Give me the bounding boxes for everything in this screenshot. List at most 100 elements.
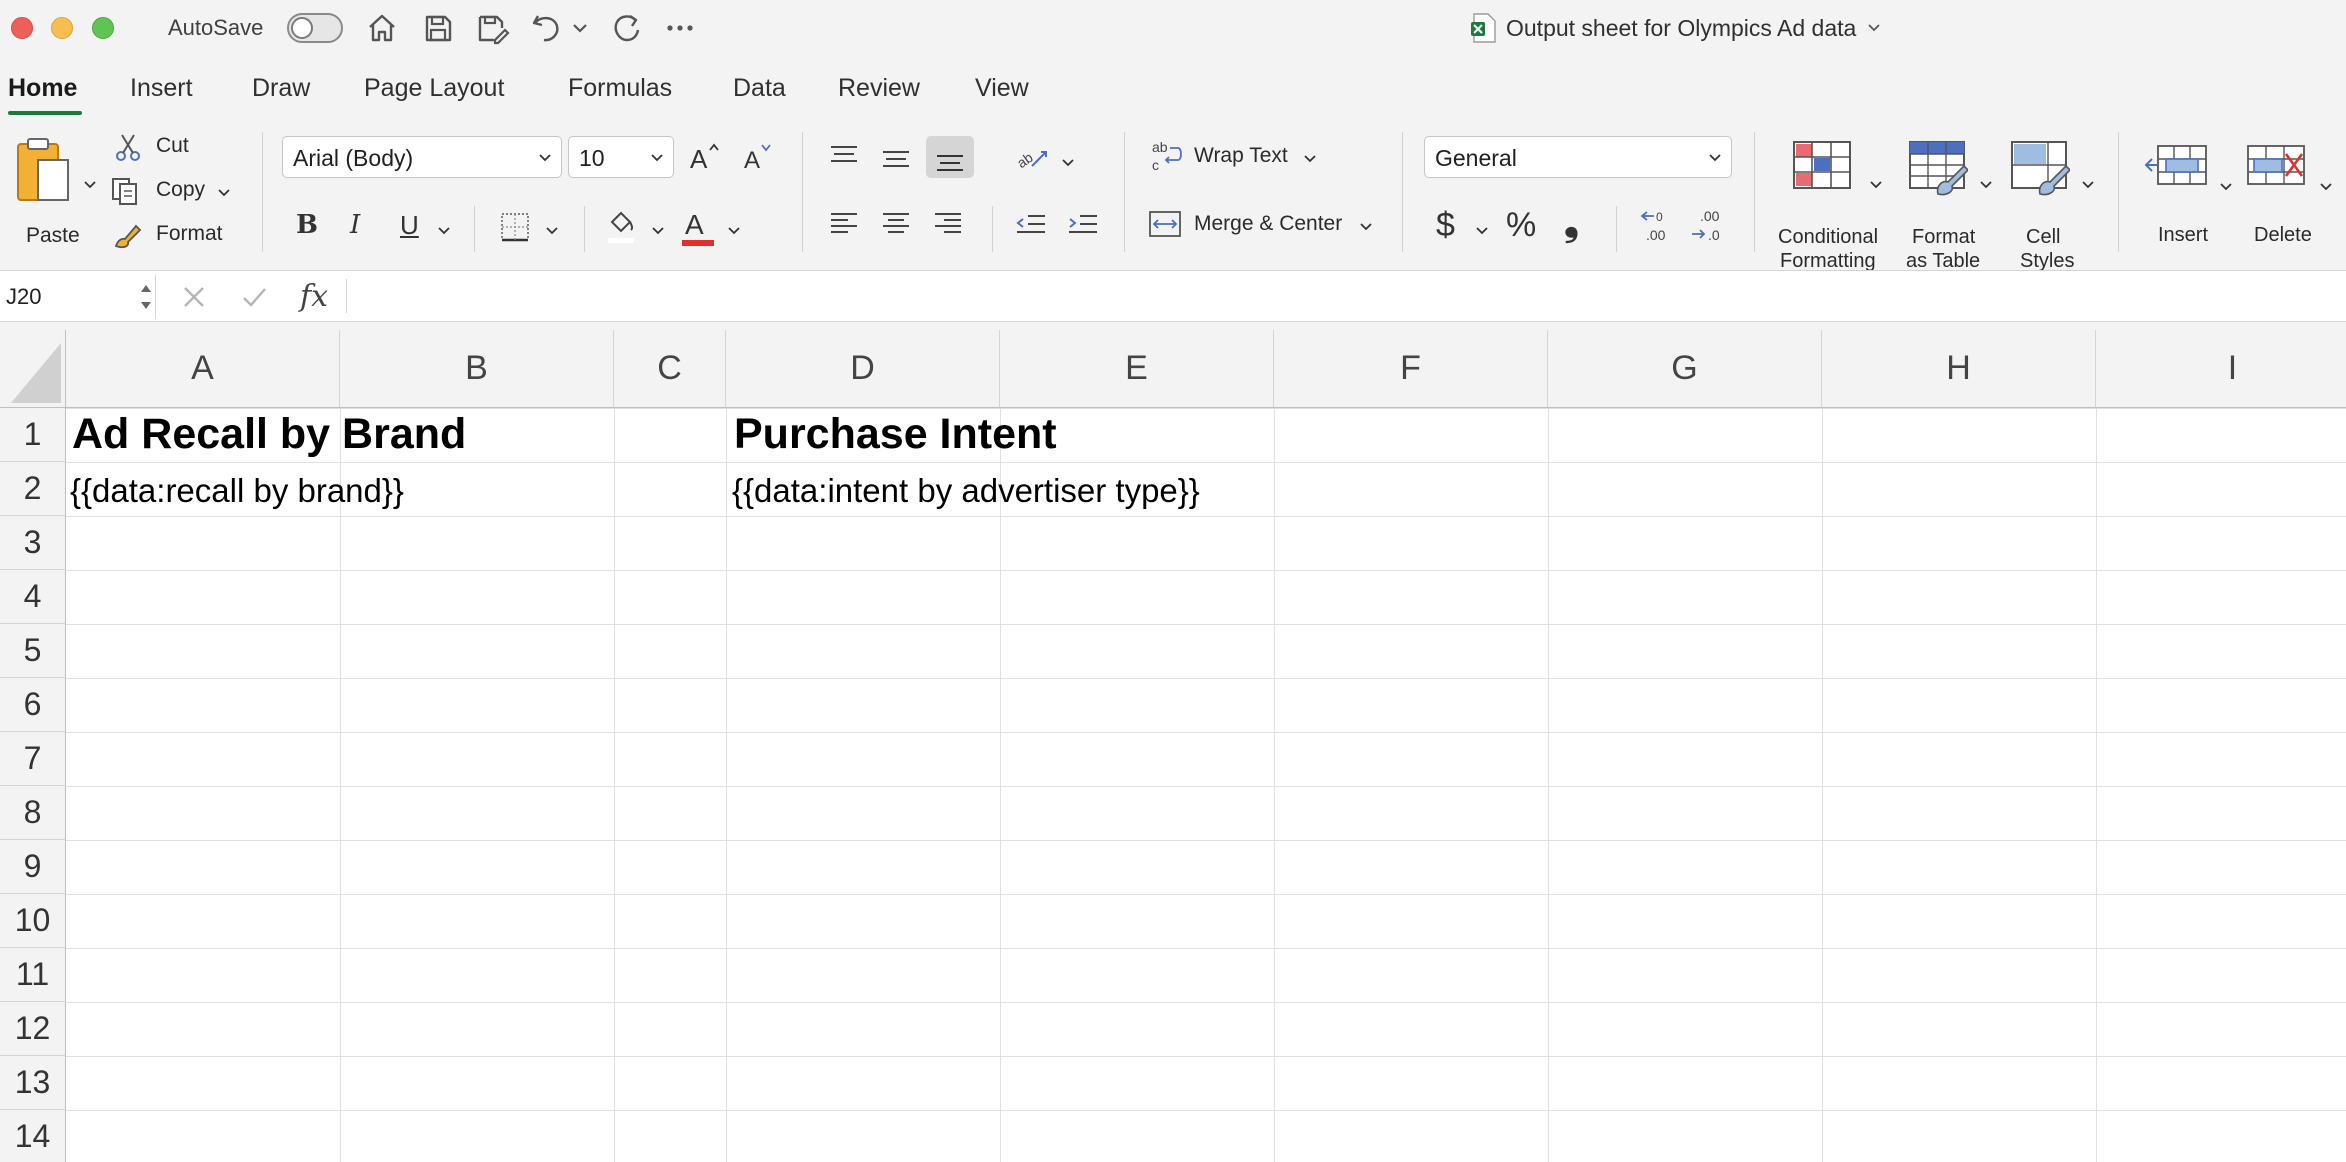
decrease-decimal-icon[interactable]: .00.0 [1690,208,1730,249]
increase-decimal-icon[interactable]: 0.00 [1638,208,1678,249]
row-header-3[interactable]: 3 [0,516,66,570]
insert-cells-button[interactable]: Insert [2140,138,2236,248]
column-header-d[interactable]: D [726,330,1000,408]
bold-button[interactable]: B [296,210,318,240]
minimize-window-button[interactable] [51,17,73,39]
tab-data[interactable]: Data [733,74,786,103]
cut-button[interactable]: Cut [114,132,204,164]
save-as-icon[interactable] [474,10,510,46]
underline-button[interactable]: U [400,210,419,241]
tab-home[interactable]: Home [8,74,77,103]
align-middle-icon[interactable] [880,142,912,177]
align-bottom-icon[interactable] [926,136,974,178]
align-top-icon[interactable] [828,142,860,177]
currency-button[interactable]: $ [1436,206,1455,245]
font-color-chevron-down-icon[interactable] [728,224,740,236]
close-window-button[interactable] [11,17,33,39]
cell-area[interactable] [66,408,2346,1162]
row-header-11[interactable]: 11 [0,948,66,1002]
copy-button[interactable]: Copy [110,176,240,208]
column-header-i[interactable]: I [2096,330,2346,408]
align-center-icon[interactable] [880,208,912,245]
delete-cells-button[interactable]: Delete [2246,138,2346,248]
title-chevron-down-icon [1868,24,1880,32]
row-header-2[interactable]: 2 [0,462,66,516]
row-header-9[interactable]: 9 [0,840,66,894]
fill-color-chevron-down-icon[interactable] [652,224,664,236]
font-size-dropdown[interactable]: 10 [568,136,674,178]
tab-page-layout[interactable]: Page Layout [364,74,504,103]
row-header-8[interactable]: 8 [0,786,66,840]
redo-icon[interactable] [608,10,644,46]
more-options-icon[interactable] [662,10,698,46]
increase-font-size-icon[interactable]: A [688,140,722,179]
orientation-icon[interactable]: ab [1014,142,1050,179]
row-header-1[interactable]: 1 [0,408,66,462]
cell-d1[interactable]: Purchase Intent [734,410,1057,459]
row-header-5[interactable]: 5 [0,624,66,678]
column-header-e[interactable]: E [1000,330,1274,408]
tab-insert[interactable]: Insert [130,74,193,103]
wrap-text-button[interactable]: ab c Wrap Text [1150,138,1330,176]
cell-a1[interactable]: Ad Recall by Brand [72,410,466,459]
align-left-icon[interactable] [828,208,860,245]
name-box[interactable]: J20 [0,275,156,319]
underline-chevron-down-icon[interactable] [438,224,450,236]
fill-color-bucket-icon[interactable] [604,206,638,251]
confirm-entry-check-icon[interactable] [240,283,268,311]
cell-styles-button[interactable]: Cell Styles [2006,138,2096,272]
column-header-a[interactable]: A [66,330,340,408]
column-header-h[interactable]: H [1822,330,2096,408]
column-header-c[interactable]: C [614,330,726,408]
italic-button[interactable]: I [350,210,360,240]
number-format-dropdown[interactable]: General [1424,136,1732,178]
comma-style-button[interactable]: ❟ [1564,202,1579,245]
autosave-label: AutoSave [168,15,264,40]
tab-formulas[interactable]: Formulas [568,74,672,103]
decrease-indent-icon[interactable] [1014,208,1048,245]
conditional-formatting-button[interactable]: Conditional Formatting [1776,138,1896,272]
percent-button[interactable]: % [1506,206,1536,245]
format-painter-button[interactable]: Format [112,220,232,252]
row-header-10[interactable]: 10 [0,894,66,948]
undo-icon[interactable] [528,10,564,46]
tab-review[interactable]: Review [838,74,920,103]
row-header-12[interactable]: 12 [0,1002,66,1056]
currency-chevron-down-icon[interactable] [1476,224,1488,236]
column-header-f[interactable]: F [1274,330,1548,408]
font-name-dropdown[interactable]: Arial (Body) [282,136,562,178]
row-header-4[interactable]: 4 [0,570,66,624]
autosave-toggle[interactable] [287,13,343,43]
cell-d2[interactable]: {{data:intent by advertiser type}} [732,472,1200,510]
undo-dropdown-chevron-icon[interactable] [570,10,590,46]
insert-function-fx-button[interactable]: fx [300,279,328,314]
borders-chevron-down-icon[interactable] [546,224,558,236]
select-all-corner[interactable] [0,330,66,408]
orientation-chevron-down-icon[interactable] [1062,156,1074,168]
cell-a2[interactable]: {{data:recall by brand}} [70,472,404,510]
cancel-entry-icon[interactable] [180,283,208,311]
format-as-table-button[interactable]: Format as Table [1904,138,1994,272]
row-header-14[interactable]: 14 [0,1110,66,1162]
maximize-window-button[interactable] [92,17,114,39]
tab-draw[interactable]: Draw [252,74,310,103]
column-header-g[interactable]: G [1548,330,1822,408]
home-icon[interactable] [364,10,400,46]
align-right-icon[interactable] [932,208,964,245]
number-format-value: General [1435,145,1517,171]
column-header-b[interactable]: B [340,330,614,408]
font-color-icon[interactable]: A [680,206,716,255]
name-box-stepper-icon[interactable] [139,279,153,315]
increase-indent-icon[interactable] [1066,208,1100,245]
row-header-6[interactable]: 6 [0,678,66,732]
document-title[interactable]: Output sheet for Olympics Ad data [1470,12,1882,44]
paste-button[interactable]: Paste [14,136,100,247]
column-gridline [614,408,615,1162]
merge-center-button[interactable]: Merge & Center [1148,206,1378,244]
save-icon[interactable] [420,10,456,46]
row-header-7[interactable]: 7 [0,732,66,786]
row-header-13[interactable]: 13 [0,1056,66,1110]
decrease-font-size-icon[interactable]: A [742,140,776,179]
tab-view[interactable]: View [975,74,1029,103]
borders-icon[interactable] [498,210,532,249]
